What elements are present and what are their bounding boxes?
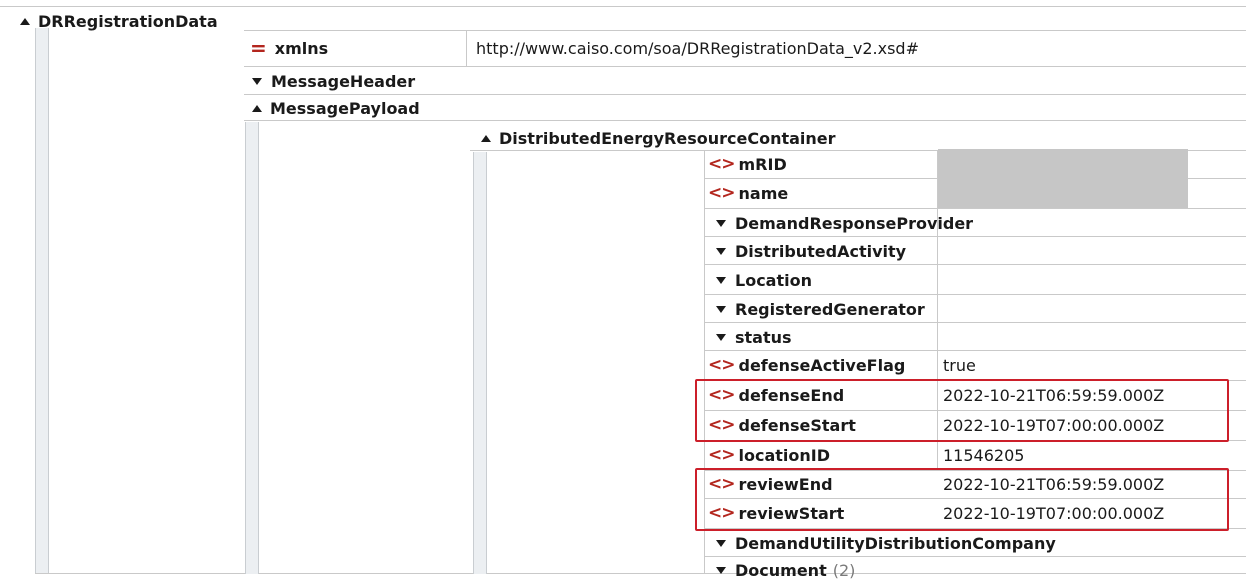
tree-element-defense-active-flag[interactable]: <> defenseActiveFlag	[708, 353, 905, 377]
collapsed-triangle-icon[interactable]	[716, 566, 726, 574]
location-id-label: locationID	[738, 445, 831, 465]
location-label: Location	[735, 270, 812, 290]
angle-brackets-icon: <>	[708, 182, 735, 203]
container-label: DistributedEnergyResourceContainer	[499, 128, 836, 148]
tree-node-demand-utility-distribution-company[interactable]: DemandUtilityDistributionCompany	[716, 531, 1056, 555]
tree-node-distributed-activity[interactable]: DistributedActivity	[716, 239, 906, 263]
defense-active-flag-label: defenseActiveFlag	[738, 355, 906, 375]
defense-active-flag-value-text: true	[943, 355, 976, 375]
angle-brackets-icon: <>	[708, 153, 735, 174]
name-label: name	[738, 183, 789, 203]
tree-node-root[interactable]: DRRegistrationData	[20, 10, 218, 32]
tree-node-demand-response-provider[interactable]: DemandResponseProvider	[716, 211, 973, 235]
collapsed-triangle-icon[interactable]	[716, 305, 726, 313]
demand-response-provider-label: DemandResponseProvider	[735, 213, 974, 233]
tree-element-mrid[interactable]: <> mRID	[708, 152, 787, 176]
collapsed-triangle-icon[interactable]	[716, 219, 726, 227]
tree-node-location[interactable]: Location	[716, 268, 812, 292]
status-label: status	[735, 327, 792, 347]
xmlns-label: xmlns	[274, 38, 329, 58]
tree-node-message-header[interactable]: MessageHeader	[252, 70, 415, 92]
tree-element-location-id[interactable]: <> locationID	[708, 443, 830, 467]
registered-generator-label: RegisteredGenerator	[735, 299, 925, 319]
expanded-triangle-icon[interactable]	[481, 134, 491, 142]
tree-node-registered-generator[interactable]: RegisteredGenerator	[716, 297, 925, 321]
root-node-label: DRRegistrationData	[38, 11, 218, 31]
highlight-box-review	[695, 468, 1229, 531]
collapsed-triangle-icon[interactable]	[716, 333, 726, 341]
tree-rail-root	[35, 28, 49, 574]
tree-attr-xmlns[interactable]: = xmlns	[250, 36, 328, 60]
document-label: Document	[735, 560, 827, 580]
tree-rail-container	[473, 152, 487, 574]
angle-brackets-icon: <>	[708, 354, 735, 375]
distributed-activity-label: DistributedActivity	[735, 241, 907, 261]
xmlns-value-text: http://www.caiso.com/soa/DRRegistrationD…	[476, 38, 919, 58]
collapsed-triangle-icon[interactable]	[252, 77, 262, 85]
xmlns-value[interactable]: http://www.caiso.com/soa/DRRegistrationD…	[476, 36, 919, 60]
tree-node-document[interactable]: Document (2)	[716, 559, 855, 581]
angle-brackets-icon: <>	[708, 444, 735, 465]
message-header-label: MessageHeader	[271, 71, 416, 91]
collapsed-triangle-icon[interactable]	[716, 247, 726, 255]
collapsed-triangle-icon[interactable]	[716, 539, 726, 547]
equals-icon: =	[250, 36, 267, 60]
location-id-value[interactable]: 11546205	[943, 443, 1024, 467]
mrid-label: mRID	[738, 154, 787, 174]
tree-element-name[interactable]: <> name	[708, 181, 788, 205]
highlight-box-defense	[695, 379, 1229, 442]
name-redacted-value	[938, 179, 1188, 208]
tree-node-message-payload[interactable]: MessagePayload	[252, 97, 420, 119]
document-count: (2)	[832, 560, 856, 580]
collapsed-triangle-icon[interactable]	[716, 276, 726, 284]
mrid-redacted-value	[938, 149, 1188, 180]
demand-utility-distribution-company-label: DemandUtilityDistributionCompany	[735, 533, 1056, 553]
expanded-triangle-icon[interactable]	[252, 104, 262, 112]
tree-rail-payload	[245, 122, 259, 574]
defense-active-flag-value[interactable]: true	[943, 353, 976, 377]
tree-node-status[interactable]: status	[716, 325, 792, 349]
location-id-value-text: 11546205	[943, 445, 1025, 465]
expanded-triangle-icon[interactable]	[20, 17, 30, 25]
tree-node-container[interactable]: DistributedEnergyResourceContainer	[481, 127, 836, 149]
message-payload-label: MessagePayload	[270, 98, 420, 118]
